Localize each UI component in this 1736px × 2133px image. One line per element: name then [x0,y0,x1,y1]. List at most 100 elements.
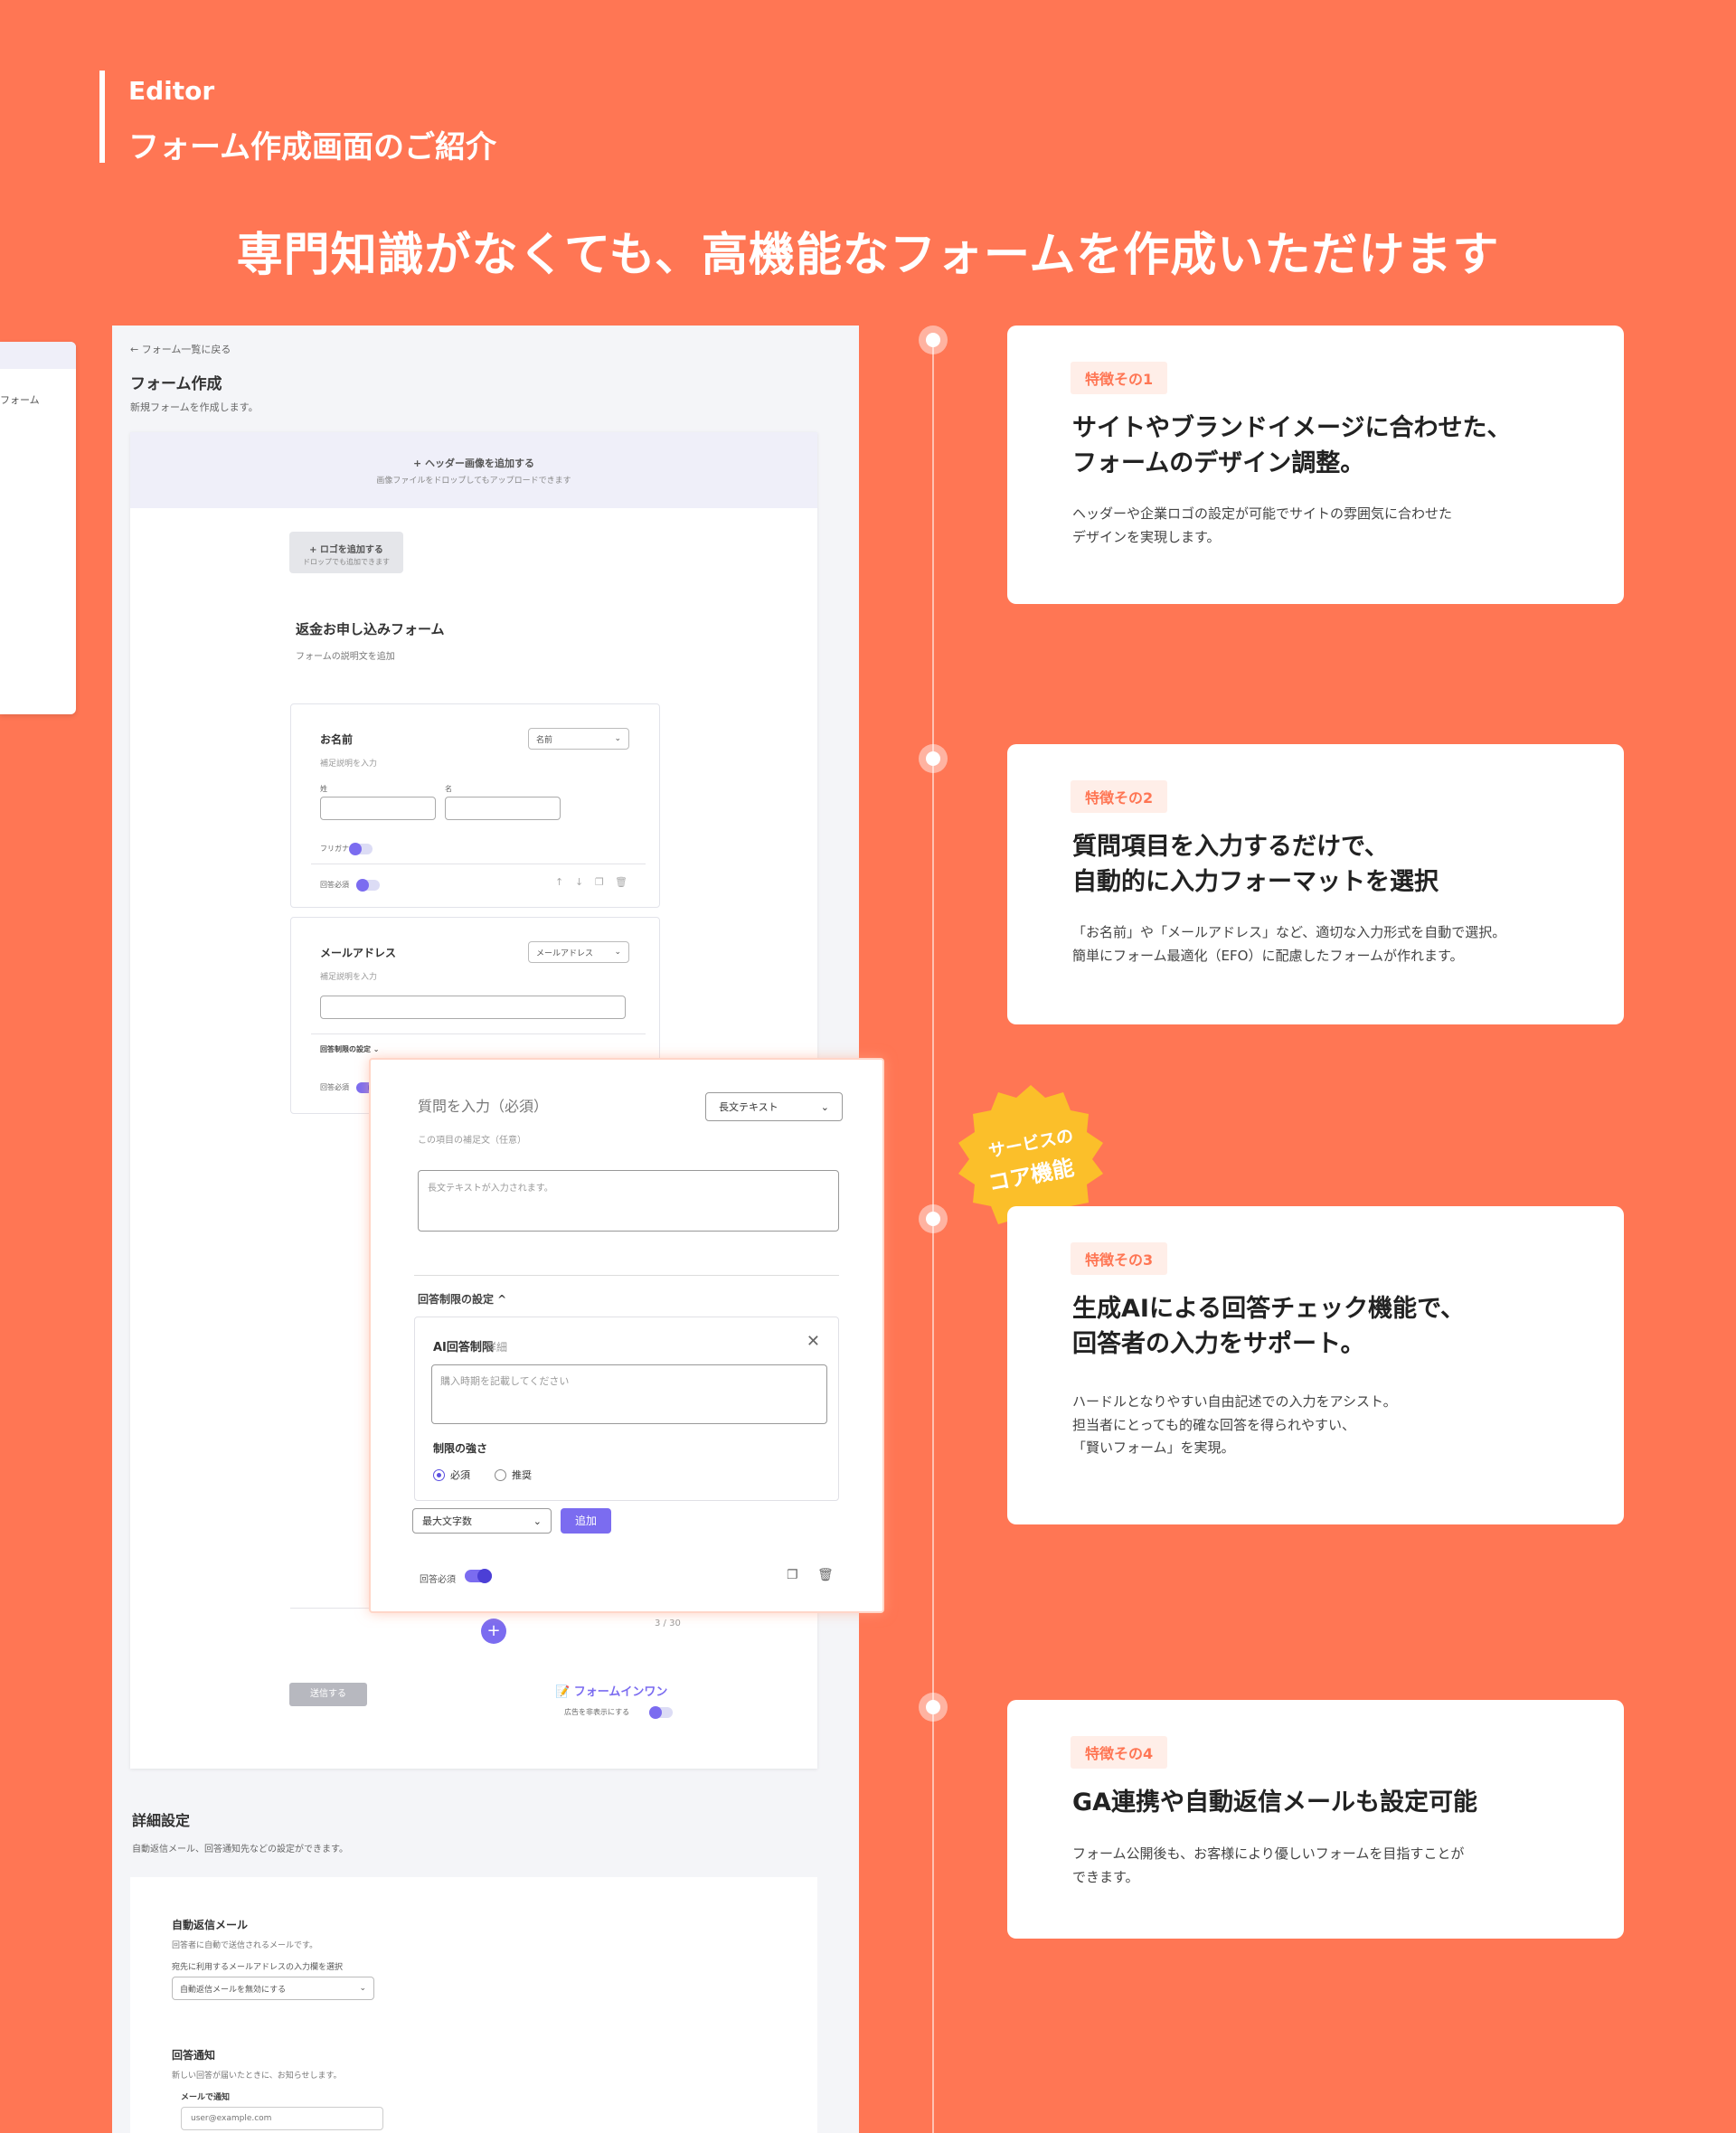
feature-text-line: 「お名前」や「メールアドレス」など、適切な入力形式を自動で選択。 [1072,924,1506,940]
furigana-toggle[interactable] [349,843,373,855]
type-select-value: 名前 [536,735,553,745]
timeline-dot [919,1693,948,1722]
feature-tag: 特徴その4 [1071,1736,1168,1769]
add-logo-button[interactable]: + ロゴを追加する ドロップでも追加できます [289,532,403,573]
feature-heading-line: 回答者の入力をサポート。 [1072,1330,1365,1359]
feature-text: 「お名前」や「メールアドレス」など、適切な入力形式を自動で選択。 簡単にフォーム最… [1072,921,1579,967]
feature-text-line: 「賢いフォーム」を実現。 [1072,1439,1235,1456]
header-image-hint: 画像ファイルをドロップしてもアップロードできます [376,477,571,486]
feature-text-line: 担当者にとっても的確な回答を得られやすい、 [1072,1416,1356,1433]
sidebar-highlight [0,342,76,369]
ai-limit-detail-link[interactable]: 詳細 [486,1339,507,1354]
required-toggle[interactable] [465,1569,492,1583]
notify-mail-label: メールで通知 [181,2093,231,2102]
timeline-dot [919,1204,948,1233]
required-label: 回答必須 [320,881,349,889]
notify-email-field[interactable] [181,2107,383,2130]
type-select-value: 長文テキスト [719,1101,778,1113]
chevron-down-icon: ⌄ [533,1515,542,1527]
trash-icon[interactable]: 🗑 [817,1568,834,1582]
answer-limit-toggle[interactable]: 回答制限の設定 ^ [418,1291,506,1307]
first-name-input[interactable] [445,797,561,820]
question-editor-popup[interactable]: 質問を入力（必須） 長文テキスト ⌄ この項目の補足文（任意） 長文テキストが入力… [369,1058,884,1613]
feature-text: フォーム公開後も、お客様により優しいフォームを目指すことが できます。 [1072,1843,1579,1889]
auto-reply-desc: 回答者に自動で送信されるメールです。 [172,1941,318,1950]
add-limit-button[interactable]: 追加 [561,1508,611,1534]
hide-ad-label: 広告を非表示にする [564,1707,629,1717]
max-length-value: 最大文字数 [422,1515,472,1527]
form-description[interactable]: フォームの説明文を追加 [296,648,395,662]
type-select[interactable]: メールアドレス ⌄ [528,941,629,963]
strength-label: 制限の強さ [433,1442,488,1455]
header-accent-bar [99,71,105,163]
feature-heading-line: フォームのデザイン調整。 [1072,449,1365,478]
header-image-label: + ヘッダー画像を追加する [412,458,535,469]
submit-button[interactable]: 送信する [289,1683,367,1706]
feature-tag: 特徴その3 [1071,1242,1168,1275]
radio-selected-icon [433,1468,445,1481]
feature-heading-line: 生成AIによる回答チェック機能で、 [1072,1295,1466,1323]
trash-icon[interactable]: 🗑 [615,876,627,888]
arrow-up-icon[interactable]: ↑ [555,876,563,888]
feature-heading-line: GA連携や自動返信メールも設定可能 [1072,1789,1478,1817]
question-title-input[interactable]: 質問を入力（必須） [418,1094,548,1116]
chevron-down-icon: ⌄ [359,1984,366,1993]
form-name[interactable]: 返金お申し込みフォーム [296,619,445,638]
sidebar-card: フォーム [0,342,76,714]
question-card-name[interactable]: お名前 名前 ⌄ 補足説明を入力 姓 名 フリガナ 回答必須 ↑ ↓ ❐ 🗑 [290,703,660,908]
back-link[interactable]: ← フォーム一覧に戻る [130,342,231,356]
feature-heading: 生成AIによる回答チェック機能で、 回答者の入力をサポート。 [1072,1291,1579,1362]
type-select[interactable]: 名前 ⌄ [528,728,629,750]
feature-text: ヘッダーや企業ロゴの設定が可能でサイトの雰囲気に合わせた デザインを実現します。 [1072,503,1579,549]
chevron-down-icon: ⌄ [614,948,621,957]
type-select[interactable]: 長文テキスト ⌄ [705,1092,843,1121]
feature-text-line: デザインを実現します。 [1072,528,1221,545]
feature-heading: サイトやブランドイメージに合わせた、 フォームのデザイン調整。 [1072,411,1579,481]
divider [311,1033,646,1034]
feature-text: ハードルとなりやすい自由記述での入力をアシスト。 担当者にとっても的確な回答を得ら… [1072,1391,1579,1460]
max-length-select[interactable]: 最大文字数 ⌄ [412,1508,552,1534]
auto-reply-title: 自動返信メール [172,1919,249,1931]
timeline-dot [919,744,948,773]
answer-limit-toggle[interactable]: 回答制限の設定 ⌄ [320,1044,380,1054]
auto-reply-select[interactable]: 自動返信メールを無効にする ⌄ [172,1977,374,2000]
required-label: 回答必須 [420,1575,456,1585]
header-image-dropzone[interactable]: + ヘッダー画像を追加する 画像ファイルをドロップしてもアップロードできます [130,432,817,508]
first-name-label: 名 [445,785,452,793]
feature-card-3: 特徴その3 生成AIによる回答チェック機能で、 回答者の入力をサポート。 ハードル… [1007,1206,1624,1524]
ai-limit-input[interactable]: 購入時期を記載してください [431,1364,827,1424]
email-input[interactable] [320,996,626,1019]
feature-heading-line: 質問項目を入力するだけで、 [1072,833,1389,861]
copy-icon[interactable]: ❐ [787,1568,798,1582]
question-hint: 補足説明を入力 [320,973,378,982]
copy-icon[interactable]: ❐ [595,876,604,888]
radio-required-label: 必須 [450,1469,470,1481]
chevron-down-icon: ⌄ [614,734,621,743]
question-sub-input[interactable]: この項目の補足文（任意） [418,1132,526,1146]
auto-reply-select-label: 宛先に利用するメールアドレスの入力欄を選択 [172,1963,344,1972]
sidebar-item-form[interactable]: フォーム [0,392,40,407]
feature-text-line: できます。 [1072,1868,1139,1885]
feature-text-line: ハードルとなりやすい自由記述での入力をアシスト。 [1072,1393,1397,1410]
ai-limit-box: AI回答制限 詳細 ✕ 購入時期を記載してください 制限の強さ 必須 推奨 [414,1317,839,1501]
arrow-down-icon[interactable]: ↓ [575,876,583,888]
required-toggle[interactable] [356,879,380,892]
detail-settings-title: 詳細設定 [132,1812,191,1829]
page-subtitle: 新規フォームを作成します。 [130,401,259,413]
question-hint: 補足説明を入力 [320,760,378,769]
feature-card-4: 特徴その4 GA連携や自動返信メールも設定可能 フォーム公開後も、お客様により優… [1007,1700,1624,1939]
timeline-line [932,340,934,2133]
section-title: フォーム作成画面のご紹介 [128,129,496,165]
last-name-input[interactable] [320,797,436,820]
question-label: お名前 [320,733,354,746]
radio-required[interactable]: 必須 [433,1468,470,1482]
close-icon[interactable]: ✕ [807,1332,820,1351]
feature-text-line: 簡単にフォーム最適化（EFO）に配慮したフォームが作れます。 [1072,947,1464,964]
ai-limit-title: AI回答制限 [433,1341,494,1354]
required-label: 回答必須 [320,1083,349,1091]
feature-tag: 特徴その2 [1071,780,1168,813]
add-question-button[interactable]: + [481,1619,506,1644]
hide-ad-toggle[interactable] [649,1706,673,1719]
radio-recommend[interactable]: 推奨 [495,1468,532,1482]
feature-tag: 特徴その1 [1071,362,1168,394]
